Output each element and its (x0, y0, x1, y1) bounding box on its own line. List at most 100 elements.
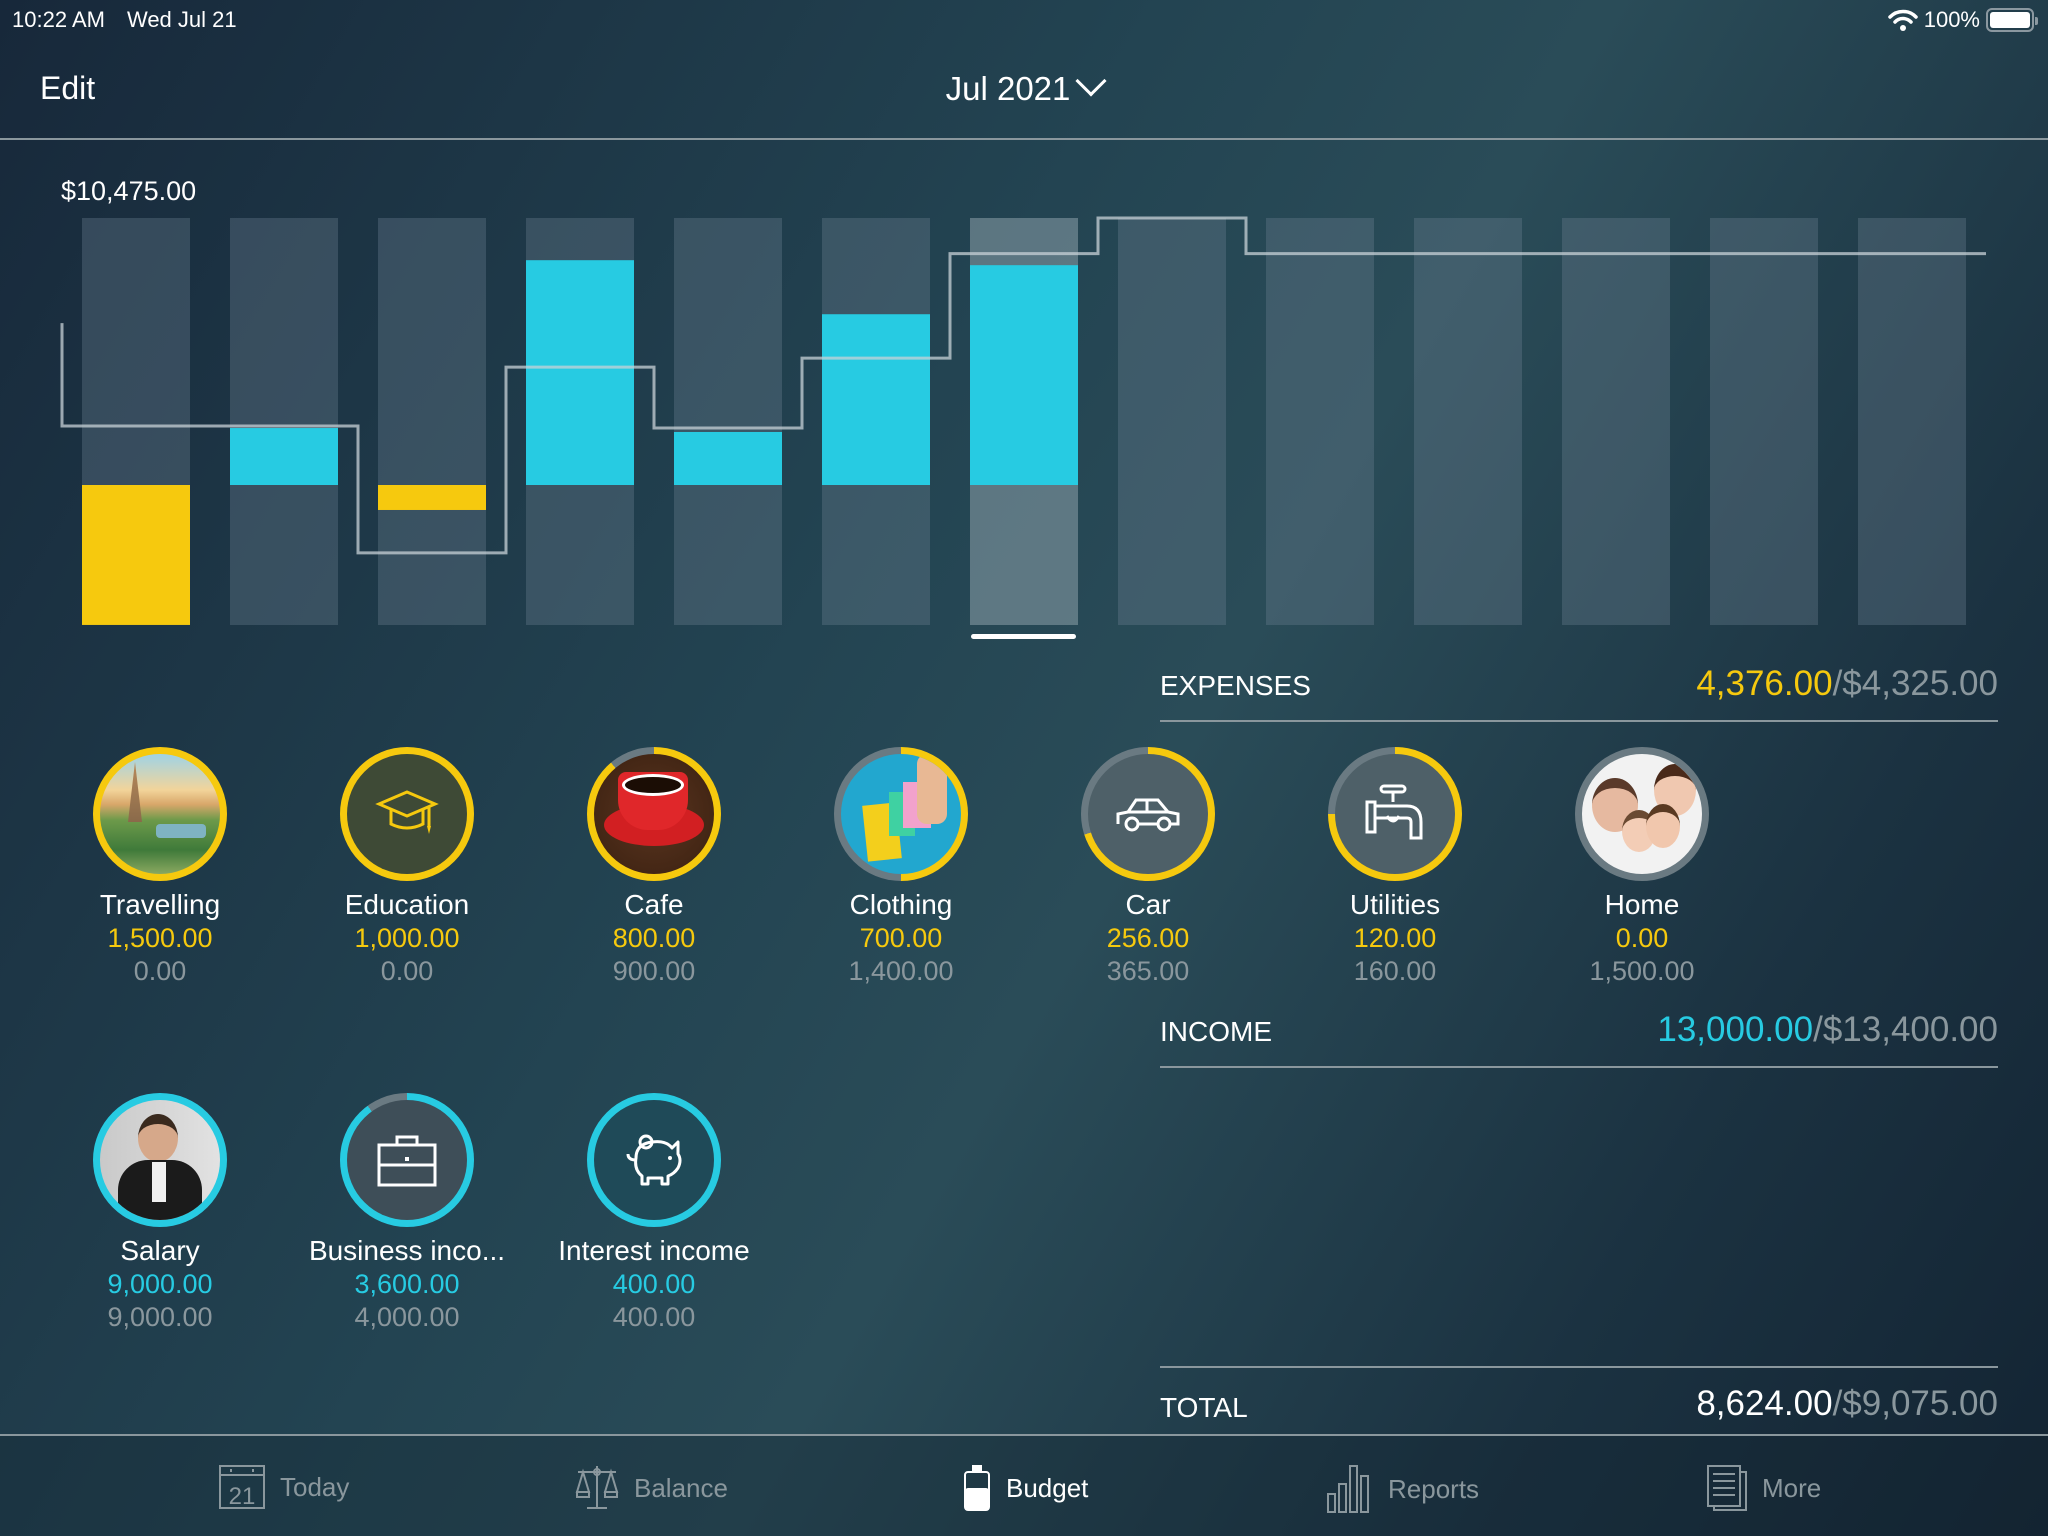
tab-budget[interactable]: Budget (962, 1464, 1088, 1512)
actual-bar-jun (822, 314, 930, 485)
category-name: Travelling (99, 889, 221, 920)
expense-category-home[interactable]: Home 0.00 1,500.00 (1522, 747, 1762, 987)
briefcase-icon (347, 1100, 467, 1220)
progress-ring (340, 747, 474, 881)
chevron-down-icon (1075, 65, 1107, 97)
budget-icon (964, 1465, 990, 1511)
category-actual: 0.00 (1615, 923, 1669, 953)
total-amount: 8,624.00/$9,075.00 (1696, 1384, 1998, 1424)
income-category-business-inco[interactable]: Business inco... 3,600.00 4,000.00 (287, 1093, 527, 1333)
month-column-next[interactable] (1858, 218, 1966, 625)
expense-category-utilities[interactable]: Utilities 120.00 160.00 (1275, 747, 1515, 987)
income-actual: 13,000.00 (1657, 1010, 1814, 1049)
tab-reports-label: Reports (1388, 1473, 1480, 1504)
month-column-nov[interactable] (1562, 218, 1670, 625)
income-amount: 13,000.00/$13,400.00 (1657, 1010, 1998, 1050)
category-name: Interest income (558, 1235, 750, 1266)
month-column-dec[interactable] (1710, 218, 1818, 625)
piggy-bank-icon (594, 1100, 714, 1220)
expenses-planned: /$4,325.00 (1832, 664, 1998, 703)
month-column-may[interactable] (674, 218, 782, 625)
progress-ring (587, 747, 721, 881)
tab-more[interactable]: More (1706, 1464, 1821, 1512)
category-planned: 900.00 (612, 956, 696, 986)
total-actual: 8,624.00 (1696, 1384, 1833, 1423)
expense-category-education[interactable]: Education 1,000.00 0.00 (287, 747, 527, 987)
total-planned: /$9,075.00 (1832, 1384, 1998, 1423)
expenses-header: EXPENSES 4,376.00/$4,325.00 (1160, 660, 1998, 722)
category-planned: 160.00 (1353, 956, 1437, 986)
actual-bar-feb (230, 428, 338, 485)
month-column-mar[interactable] (378, 218, 486, 625)
total-row: TOTAL 8,624.00/$9,075.00 (1160, 1366, 1998, 1434)
tab-reports[interactable]: Reports (1326, 1464, 1479, 1514)
expenses-title: EXPENSES (1160, 670, 1311, 701)
travel-photo (100, 754, 220, 874)
tab-today[interactable]: 21 Today (218, 1464, 349, 1510)
tab-budget-label: Budget (1006, 1472, 1089, 1503)
battery-percent: 100% (1923, 7, 1980, 32)
income-planned: /$13,400.00 (1813, 1010, 1998, 1049)
progress-ring (93, 747, 227, 881)
income-category-salary[interactable]: Salary 9,000.00 9,000.00 (40, 1093, 280, 1333)
family-photo (1582, 754, 1702, 874)
progress-ring (587, 1093, 721, 1227)
category-planned: 4,000.00 (354, 1302, 460, 1332)
actual-bar-jul (970, 265, 1078, 485)
expense-category-car[interactable]: Car 256.00 365.00 (1028, 747, 1268, 987)
category-actual: 3,600.00 (354, 1269, 460, 1299)
navigation-bar: Edit Jul 2021 (0, 40, 2048, 140)
progress-ring (1081, 747, 1215, 881)
month-picker[interactable]: Jul 2021 (0, 65, 2048, 108)
month-column-oct[interactable] (1414, 218, 1522, 625)
expense-category-travelling[interactable]: Travelling 1,500.00 0.00 (40, 747, 280, 987)
calendar-icon: 21 (219, 1465, 265, 1510)
category-name: Cafe (624, 889, 684, 920)
expense-category-cafe[interactable]: Cafe 800.00 900.00 (534, 747, 774, 987)
wifi-icon (1887, 9, 1918, 31)
category-actual: 800.00 (612, 923, 696, 953)
category-planned: 9,000.00 (107, 1302, 213, 1332)
category-actual: 9,000.00 (107, 1269, 213, 1299)
status-time: 10:22 AM (12, 7, 105, 32)
car-icon (1088, 754, 1208, 874)
month-column-feb[interactable] (230, 218, 338, 625)
progress-ring (340, 1093, 474, 1227)
month-column-sep[interactable] (1266, 218, 1374, 625)
selected-month-indicator (971, 634, 1076, 639)
calendar-day: 21 (229, 1483, 256, 1510)
month-column-aug[interactable] (1118, 218, 1226, 625)
category-actual: 1,000.00 (354, 923, 460, 953)
income-header: INCOME 13,000.00/$13,400.00 (1160, 1006, 1998, 1068)
category-name: Car (1125, 889, 1171, 920)
category-actual: 256.00 (1106, 923, 1190, 953)
faucet-icon (1335, 754, 1455, 874)
category-planned: 0.00 (133, 956, 187, 986)
tab-more-label: More (1762, 1472, 1822, 1503)
expenses-amount: 4,376.00/$4,325.00 (1696, 664, 1998, 704)
progress-ring (1575, 747, 1709, 881)
category-name: Utilities (1349, 889, 1441, 920)
coffee-photo (594, 754, 714, 874)
progress-ring (1328, 747, 1462, 881)
scales-icon (575, 1466, 619, 1509)
category-name: Home (1604, 889, 1680, 920)
status-date: Wed Jul 21 (126, 7, 237, 32)
status-bar: 10:22 AM Wed Jul 21 100% (0, 0, 2048, 40)
category-name: Clothing (849, 889, 953, 920)
actual-bar-mar (378, 485, 486, 510)
category-planned: 0.00 (380, 956, 434, 986)
income-title: INCOME (1160, 1016, 1272, 1047)
category-planned: 1,500.00 (1589, 956, 1695, 986)
total-title: TOTAL (1160, 1392, 1248, 1423)
category-name: Education (344, 889, 470, 920)
man-photo (100, 1100, 220, 1220)
tab-balance[interactable]: Balance (574, 1464, 728, 1512)
tab-balance-label: Balance (634, 1472, 728, 1503)
expense-category-clothing[interactable]: Clothing 700.00 1,400.00 (781, 747, 1021, 987)
income-category-interest-income[interactable]: Interest income 400.00 400.00 (534, 1093, 774, 1333)
category-planned: 400.00 (612, 1302, 696, 1332)
graduation-cap-icon (347, 754, 467, 874)
progress-ring (93, 1093, 227, 1227)
category-actual: 400.00 (612, 1269, 696, 1299)
